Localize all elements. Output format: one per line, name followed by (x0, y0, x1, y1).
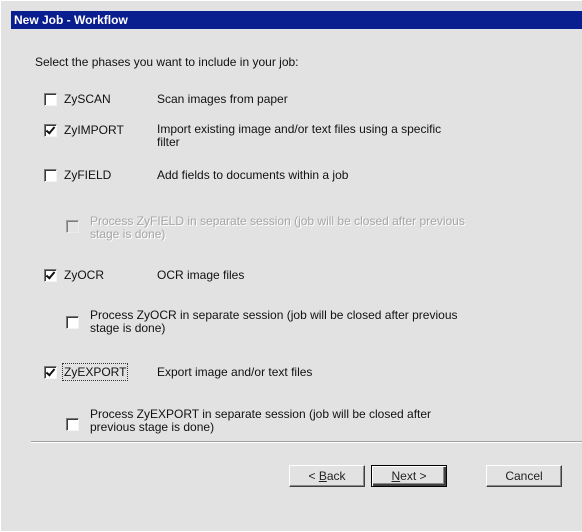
zyfield-separate-session-label: Process ZyFIELD in separate session (job… (90, 214, 465, 241)
zyscan-label[interactable]: ZySCAN (64, 92, 111, 106)
button-separator (31, 441, 582, 443)
zyimport-description: Import existing image and/or text files … (157, 122, 442, 149)
zyexport-checkbox[interactable] (44, 366, 57, 379)
zyscan-checkbox[interactable] (44, 93, 57, 106)
zyfield-checkbox[interactable] (44, 169, 57, 182)
workflow-dialog: New Job - Workflow Select the phases you… (0, 0, 582, 531)
dialog-content: Select the phases you want to include in… (1, 29, 582, 532)
zyfield-description: Add fields to documents within a job (157, 168, 349, 182)
instructions-label: Select the phases you want to include in… (35, 55, 299, 69)
zyocr-label[interactable]: ZyOCR (64, 268, 104, 282)
zyocr-separate-session-checkbox[interactable] (66, 316, 79, 329)
zyimport-label[interactable]: ZyIMPORT (64, 123, 124, 137)
dialog-title-bar: New Job - Workflow (11, 11, 582, 29)
zyexport-separate-session-checkbox[interactable] (66, 418, 79, 431)
dialog-title: New Job - Workflow (14, 13, 128, 27)
zyexport-label[interactable]: ZyEXPORT (61, 363, 129, 381)
back-button[interactable]: < Back (289, 465, 365, 487)
zyimport-checkbox[interactable] (44, 124, 57, 137)
zyscan-description: Scan images from paper (157, 92, 288, 106)
zyocr-separate-session-label[interactable]: Process ZyOCR in separate session (job w… (90, 309, 470, 335)
zyocr-checkbox[interactable] (44, 269, 57, 282)
zyexport-description: Export image and/or text files (157, 365, 313, 379)
zyfield-label[interactable]: ZyFIELD (64, 168, 111, 182)
cancel-button[interactable]: Cancel (486, 465, 562, 487)
zyfield-separate-session-checkbox[interactable] (66, 220, 79, 233)
zyocr-description: OCR image files (157, 268, 245, 282)
next-button[interactable]: Next > (371, 465, 447, 487)
zyexport-separate-session-label[interactable]: Process ZyEXPORT in separate session (jo… (90, 408, 470, 434)
